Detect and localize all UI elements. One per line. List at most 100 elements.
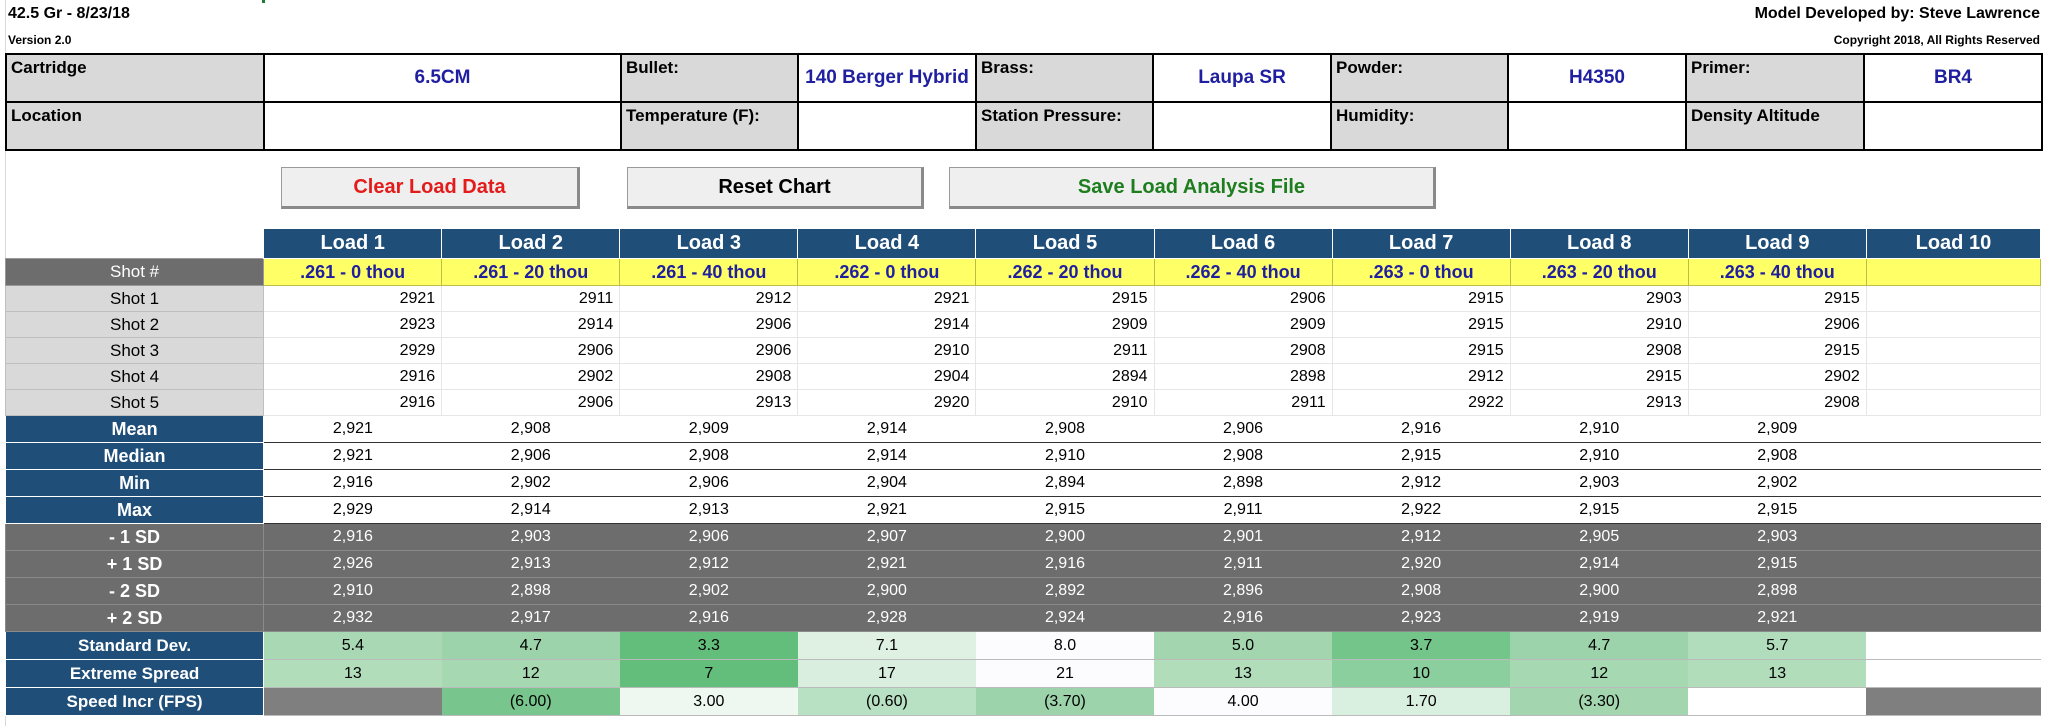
shot-velocity-cell[interactable]: 2912: [619, 285, 799, 312]
shot-velocity-cell[interactable]: [1866, 337, 2042, 364]
metric-value-cell: 13: [263, 659, 442, 688]
shot-velocity-cell[interactable]: 2910: [1510, 311, 1689, 338]
bullet-value[interactable]: 140 Berger Hybrid: [797, 53, 977, 103]
load-header-9[interactable]: Load 9: [1687, 228, 1867, 259]
metric-value-cell: 4.7: [441, 631, 620, 660]
sd-band-value-cell: 2,921: [797, 550, 976, 578]
stat-value-cell: 2,921: [797, 496, 976, 524]
shot-velocity-cell[interactable]: 2902: [1688, 363, 1867, 390]
shot-row-1: Shot 1 2921 2911 2912 2921 2915 2906 2915 2903 29…: [4, 285, 2042, 312]
temperature-value[interactable]: [797, 101, 977, 151]
shot-velocity-cell[interactable]: 2913: [1510, 389, 1689, 416]
metric-value-cell: 21: [975, 659, 1155, 688]
seating-depth-2[interactable]: .261 - 20 thou: [441, 258, 621, 286]
stat-value-cell: 2,902: [441, 469, 620, 497]
metric-row-1: Standard Dev. 5.4 4.7 3.3 7.1 8.0 5.0 3.7 4.7 5.7: [4, 631, 2041, 660]
seating-depth-1[interactable]: .261 - 0 thou: [263, 258, 443, 286]
shot-velocity-cell[interactable]: 2922: [1332, 389, 1511, 416]
shot-velocity-cell[interactable]: 2902: [441, 363, 621, 390]
shot-velocity-cell[interactable]: 2913: [619, 389, 799, 416]
reset-chart-button[interactable]: Reset Chart: [627, 167, 924, 209]
cartridge-value[interactable]: 6.5CM: [263, 53, 622, 103]
shot-velocity-cell[interactable]: 2898: [1154, 363, 1333, 390]
shot-velocity-cell[interactable]: 2916: [263, 363, 443, 390]
shot-velocity-cell[interactable]: [1866, 285, 2042, 312]
seating-depth-7[interactable]: .263 - 0 thou: [1331, 258, 1511, 286]
load-header-10[interactable]: Load 10: [1865, 228, 2042, 259]
shot-velocity-cell[interactable]: 2915: [1688, 337, 1867, 364]
shot-velocity-cell[interactable]: 2911: [975, 337, 1155, 364]
load-header-5[interactable]: Load 5: [975, 228, 1155, 259]
shot-velocity-cell[interactable]: 2920: [797, 389, 977, 416]
shot-velocity-cell[interactable]: 2906: [1154, 285, 1333, 312]
humidity-value[interactable]: [1507, 101, 1687, 151]
shot-velocity-cell[interactable]: [1866, 389, 2042, 416]
shot-velocity-cell[interactable]: 2909: [975, 311, 1155, 338]
shot-velocity-cell[interactable]: 2906: [441, 389, 621, 416]
shot-velocity-cell[interactable]: 2915: [1510, 363, 1689, 390]
info-row-2: Location Temperature (F): Station Pressu…: [5, 101, 2043, 151]
shot-velocity-cell[interactable]: 2910: [975, 389, 1155, 416]
shot-velocity-cell[interactable]: 2908: [1154, 337, 1333, 364]
shot-velocity-cell[interactable]: 2911: [441, 285, 621, 312]
stat-value-cell: 2,902: [1688, 469, 1867, 497]
seating-depth-8[interactable]: .263 - 20 thou: [1509, 258, 1689, 286]
shot-velocity-cell[interactable]: 2915: [1332, 285, 1511, 312]
load-header-4[interactable]: Load 4: [797, 228, 977, 259]
shot-velocity-cell[interactable]: 2906: [619, 337, 799, 364]
metric-value-cell: 12: [441, 659, 620, 688]
save-load-analysis-button[interactable]: Save Load Analysis File: [949, 167, 1436, 209]
shot-velocity-cell[interactable]: 2911: [1154, 389, 1333, 416]
location-value[interactable]: [263, 101, 622, 151]
seating-depth-5[interactable]: .262 - 20 thou: [975, 258, 1155, 286]
primer-value[interactable]: BR4: [1863, 53, 2043, 103]
seating-depth-9[interactable]: .263 - 40 thou: [1687, 258, 1867, 286]
shot-velocity-cell[interactable]: 2908: [619, 363, 799, 390]
shot-velocity-cell[interactable]: 2904: [797, 363, 977, 390]
shot-velocity-cell[interactable]: [1866, 363, 2042, 390]
clear-load-data-button[interactable]: Clear Load Data: [281, 167, 580, 209]
stat-value-cell: 2,914: [797, 442, 976, 470]
seating-depth-3[interactable]: .261 - 40 thou: [619, 258, 799, 286]
shot-velocity-cell[interactable]: 2915: [975, 285, 1155, 312]
shot-velocity-cell[interactable]: 2915: [1332, 337, 1511, 364]
shot-velocity-cell[interactable]: 2906: [441, 337, 621, 364]
brass-value[interactable]: Laupa SR: [1152, 53, 1332, 103]
load-header-6[interactable]: Load 6: [1153, 228, 1333, 259]
shot-velocity-cell[interactable]: 2916: [263, 389, 443, 416]
seating-depth-4[interactable]: .262 - 0 thou: [797, 258, 977, 286]
shot-velocity-cell[interactable]: 2929: [263, 337, 443, 364]
shot-velocity-cell[interactable]: 2921: [797, 285, 977, 312]
load-header-2[interactable]: Load 2: [441, 228, 621, 259]
shot-velocity-cell[interactable]: 2914: [797, 311, 977, 338]
cartridge-label: Cartridge: [5, 53, 265, 103]
shot-velocity-cell[interactable]: 2915: [1688, 285, 1867, 312]
shot-velocity-cell[interactable]: 2915: [1332, 311, 1511, 338]
seating-depth-10[interactable]: [1865, 258, 2042, 286]
load-header-1[interactable]: Load 1: [263, 228, 443, 259]
shot-velocity-cell[interactable]: 2921: [263, 285, 443, 312]
shot-velocity-cell[interactable]: 2908: [1510, 337, 1689, 364]
shot-row-5: Shot 5 2916 2906 2913 2920 2910 2911 2922 2913 29…: [4, 389, 2042, 416]
shot-velocity-cell[interactable]: 2923: [263, 311, 443, 338]
load-header-7[interactable]: Load 7: [1331, 228, 1511, 259]
metric-row-2: Extreme Spread 13 12 7 17 21 13 10 12 13: [4, 659, 2041, 688]
station-pressure-value[interactable]: [1152, 101, 1332, 151]
load-header-8[interactable]: Load 8: [1509, 228, 1689, 259]
shot-velocity-cell[interactable]: 2906: [619, 311, 799, 338]
shot-velocity-cell[interactable]: 2906: [1688, 311, 1867, 338]
shot-velocity-cell[interactable]: 2909: [1154, 311, 1333, 338]
shot-velocity-cell[interactable]: 2912: [1332, 363, 1511, 390]
shot-velocity-cell[interactable]: 2903: [1510, 285, 1689, 312]
load-header-3[interactable]: Load 3: [619, 228, 799, 259]
shot-velocity-cell[interactable]: 2914: [441, 311, 621, 338]
shot-velocity-cell[interactable]: 2908: [1688, 389, 1867, 416]
stat-label: Min: [4, 469, 265, 497]
humidity-label: Humidity:: [1330, 101, 1509, 151]
density-altitude-value[interactable]: [1863, 101, 2043, 151]
shot-velocity-cell[interactable]: 2894: [975, 363, 1155, 390]
seating-depth-6[interactable]: .262 - 40 thou: [1153, 258, 1333, 286]
shot-velocity-cell[interactable]: [1866, 311, 2042, 338]
powder-value[interactable]: H4350: [1507, 53, 1687, 103]
shot-velocity-cell[interactable]: 2910: [797, 337, 977, 364]
